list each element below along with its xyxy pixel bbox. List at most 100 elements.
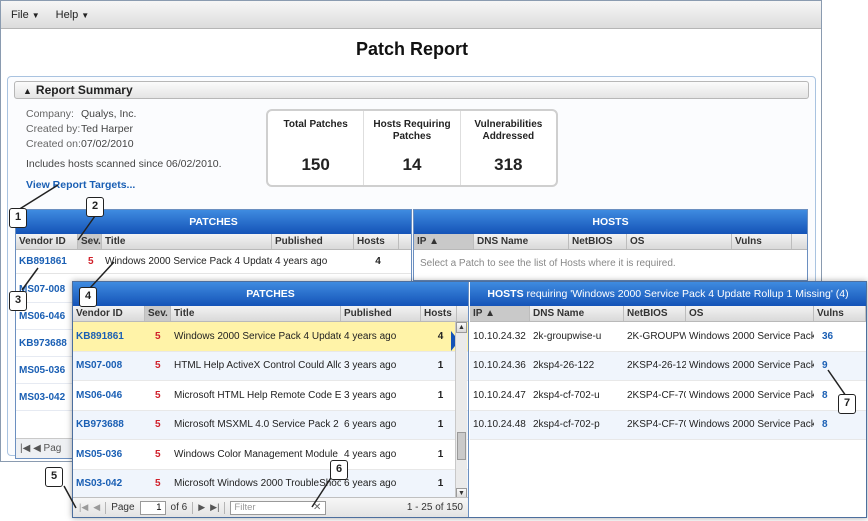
host-vulns-link[interactable]: 8 xyxy=(814,419,866,430)
col-dns-name[interactable]: DNS Name xyxy=(474,234,569,249)
host-dns: 2ksp4-cf-702-u xyxy=(533,389,600,401)
pagination-bar: |◀ ◀ Page of 6 ▶ ▶| Filter ✕ 1 - 25 of 15… xyxy=(73,497,468,517)
col-netbios[interactable]: NetBIOS xyxy=(624,306,686,321)
col-ip[interactable]: IP ▲ xyxy=(470,306,530,321)
table-row[interactable]: 10.10.24.32 2k-groupwise-u 2K-GROUPWIS W… xyxy=(470,322,866,352)
host-vulns-link[interactable]: 36 xyxy=(814,331,866,342)
scroll-thumb[interactable] xyxy=(457,432,466,460)
stat-title: Hosts Requiring Patches xyxy=(373,119,451,142)
severity: 5 xyxy=(155,360,161,372)
list-item[interactable]: KB973688 xyxy=(16,330,76,357)
col-hosts[interactable]: Hosts xyxy=(421,306,457,321)
front-grid-panel: PATCHES Vendor ID Sev. Title Published H… xyxy=(72,281,867,518)
col-published[interactable]: Published xyxy=(272,234,354,249)
back-patches-header: PATCHES xyxy=(16,210,411,234)
col-sev[interactable]: Sev. xyxy=(145,306,171,321)
clear-filter-icon[interactable]: ✕ xyxy=(313,502,321,514)
col-published[interactable]: Published xyxy=(341,306,421,321)
back-hosts-grid: HOSTS IP ▲ DNS Name NetBIOS OS Vulns Sel… xyxy=(413,209,808,281)
list-item[interactable]: MS03-042 xyxy=(16,384,76,411)
vendor-id[interactable]: KB891861 xyxy=(73,331,145,342)
prev-page-icon[interactable]: ◀ xyxy=(93,502,100,513)
stats-box: Total Patches 150 Hosts Requiring Patche… xyxy=(266,109,558,187)
collapse-triangle-icon: ▲ xyxy=(23,86,32,96)
first-page-icon[interactable]: |◀ xyxy=(79,502,88,513)
hosts-count: 1 xyxy=(437,389,444,401)
host-vulns-link[interactable]: 9 xyxy=(814,360,866,371)
vertical-scrollbar[interactable]: ▲ ▼ xyxy=(455,322,467,499)
vendor-id[interactable]: KB891861 xyxy=(16,256,78,267)
table-row[interactable]: MS05-036 5 Windows Color Management Modu… xyxy=(73,440,468,470)
first-page-icon[interactable]: |◀ ◀ xyxy=(20,443,44,454)
table-row[interactable]: KB891861 5 Windows 2000 Service Pack 4 U… xyxy=(16,250,411,274)
host-os: Windows 2000 Service Pack 3-- xyxy=(689,360,814,372)
list-item[interactable]: MS05-036 xyxy=(16,357,76,384)
col-vendor-id[interactable]: Vendor ID xyxy=(73,306,145,321)
company-value: Qualys, Inc. xyxy=(81,108,137,120)
patch-title: Windows 2000 Service Pack 4 Update Rollu xyxy=(174,330,341,342)
host-os: Windows 2000 Service Pack 3-- xyxy=(689,330,814,342)
patch-title: Windows Color Management Module Remot xyxy=(174,448,341,460)
col-ip-label: IP xyxy=(473,308,483,319)
stat-total-patches: Total Patches 150 xyxy=(268,111,365,185)
col-hosts[interactable]: Hosts xyxy=(354,234,399,249)
help-menu[interactable]: Help ▼ xyxy=(56,9,90,21)
table-row[interactable]: MS03-042 5 Microsoft Windows 2000 Troubl… xyxy=(73,469,468,499)
col-dns-name[interactable]: DNS Name xyxy=(530,306,624,321)
stat-title: Vulnerabilities Addressed xyxy=(474,119,543,142)
col-os[interactable]: OS xyxy=(686,306,814,321)
col-vulns[interactable]: Vulns xyxy=(814,306,866,321)
table-row[interactable]: 10.10.24.36 2ksp4-26-122 2KSP4-26-122 Wi… xyxy=(470,351,866,381)
table-row[interactable]: 10.10.24.48 2ksp4-cf-702-p 2KSP4-CF-702-… xyxy=(470,410,866,440)
hosts-title-detail: requiring 'Windows 2000 Service Pack 4 U… xyxy=(523,288,849,300)
scroll-up-icon[interactable]: ▲ xyxy=(456,322,467,333)
host-dns: 2k-groupwise-u xyxy=(533,330,602,342)
view-report-targets-link[interactable]: View Report Targets... xyxy=(26,179,135,191)
filter-input[interactable]: Filter ✕ xyxy=(230,500,327,515)
col-ip[interactable]: IP ▲ xyxy=(414,234,474,249)
table-row[interactable]: KB973688 5 Microsoft MSXML 4.0 Service P… xyxy=(73,410,468,440)
report-summary-toggle[interactable]: ▲ Report Summary xyxy=(14,81,809,99)
patch-title: Windows 2000 Service Pack 4 Update Rollu xyxy=(105,256,272,267)
col-vulns[interactable]: Vulns xyxy=(732,234,792,249)
col-title[interactable]: Title xyxy=(171,306,341,321)
sort-up-icon: ▲ xyxy=(485,308,495,319)
host-netbios: 2KSP4-CF-702- xyxy=(627,389,686,401)
callout-3: 3 xyxy=(9,291,27,311)
vendor-id[interactable]: MS05-036 xyxy=(73,449,145,460)
callout-5: 5 xyxy=(45,467,63,487)
stat-title: Total Patches xyxy=(283,119,348,130)
next-page-icon[interactable]: ▶ xyxy=(198,502,205,513)
chevron-down-icon: ▼ xyxy=(31,10,40,20)
file-menu[interactable]: File ▼ xyxy=(11,9,40,21)
col-title[interactable]: Title xyxy=(102,234,272,249)
col-netbios[interactable]: NetBIOS xyxy=(569,234,627,249)
col-os[interactable]: OS xyxy=(627,234,732,249)
vendor-id[interactable]: MS03-042 xyxy=(73,478,145,489)
table-row[interactable]: MS07-008 5 HTML Help ActiveX Control Cou… xyxy=(73,351,468,381)
vendor-id[interactable]: MS07-008 xyxy=(73,360,145,371)
host-ip: 10.10.24.36 xyxy=(473,360,526,372)
divider xyxy=(105,501,107,514)
created-by-value: Ted Harper xyxy=(81,123,133,135)
table-row[interactable]: KB891861 5 Windows 2000 Service Pack 4 U… xyxy=(73,322,468,352)
col-sev[interactable]: Sev. xyxy=(78,234,102,249)
scan-scope-text: Includes hosts scanned since 06/02/2010. xyxy=(26,158,222,170)
published: 3 years ago xyxy=(344,389,397,401)
report-summary-title: Report Summary xyxy=(35,83,133,97)
col-vendor-id[interactable]: Vendor ID xyxy=(16,234,78,249)
host-netbios: 2K-GROUPWIS xyxy=(627,330,686,342)
vendor-id[interactable]: KB973688 xyxy=(73,419,145,430)
callout-4: 4 xyxy=(79,287,97,307)
host-ip: 10.10.24.47 xyxy=(473,389,526,401)
front-hosts-grid: HOSTS requiring 'Windows 2000 Service Pa… xyxy=(470,282,866,517)
col-ip-label: IP xyxy=(417,236,427,247)
vendor-id[interactable]: MS06-046 xyxy=(73,390,145,401)
filter-placeholder: Filter xyxy=(234,501,256,513)
page-number-input[interactable] xyxy=(139,500,166,515)
page-count: of 6 xyxy=(170,502,188,513)
table-row[interactable]: 10.10.24.47 2ksp4-cf-702-u 2KSP4-CF-702-… xyxy=(470,381,866,411)
last-page-icon[interactable]: ▶| xyxy=(210,502,219,513)
back-hosts-columns: IP ▲ DNS Name NetBIOS OS Vulns xyxy=(414,234,807,250)
table-row[interactable]: MS06-046 5 Microsoft HTML Help Remote Co… xyxy=(73,381,468,411)
